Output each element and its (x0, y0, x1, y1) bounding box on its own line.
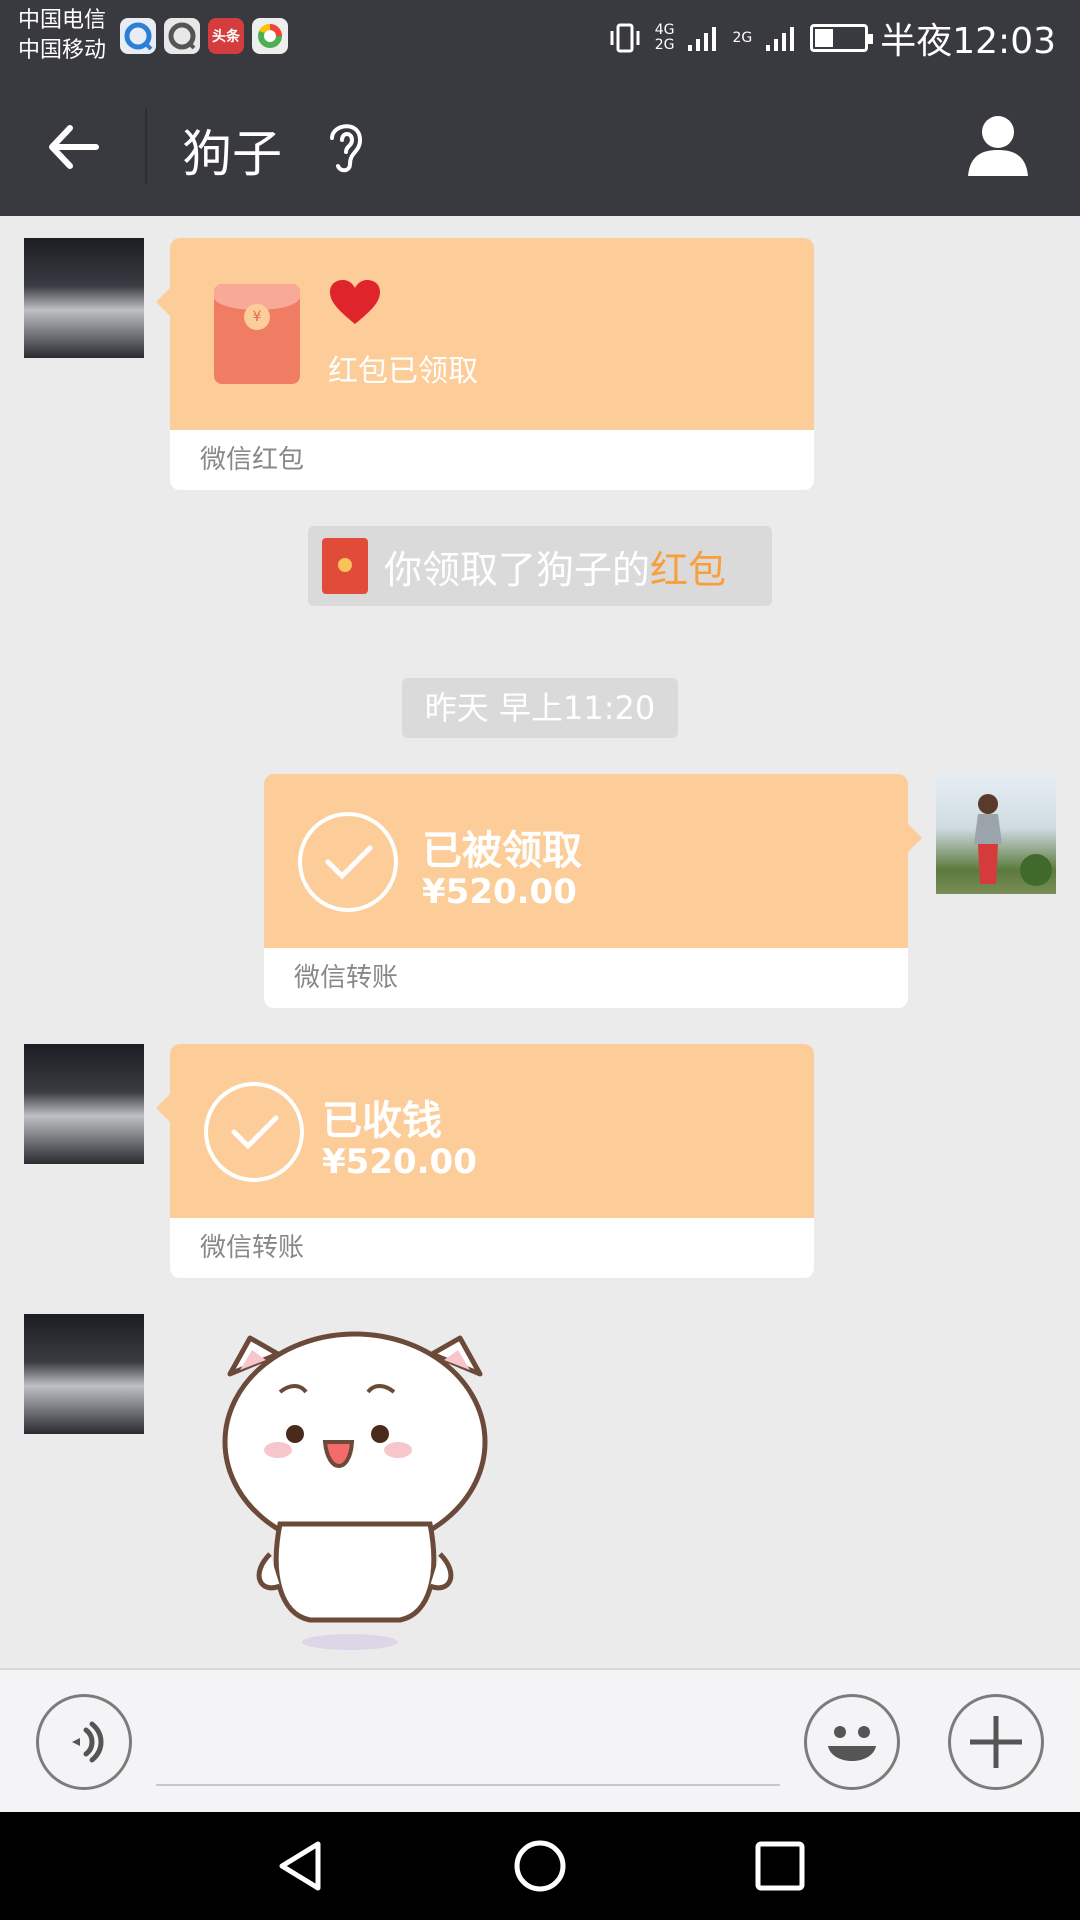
red-packet-link[interactable]: 红包 (650, 539, 726, 594)
triangle-back-icon[interactable] (272, 1838, 328, 1894)
nav-divider (145, 108, 147, 184)
timestamp: 昨天 早上11:20 (402, 678, 678, 738)
checkmark-icon (204, 1082, 304, 1182)
system-nav-bar (0, 1812, 1080, 1920)
contact-avatar[interactable] (24, 1314, 144, 1434)
qq-icon (164, 18, 200, 54)
qq-browser-icon (120, 18, 156, 54)
checkmark-icon (298, 812, 398, 912)
clock: 半夜12:03 (880, 21, 1056, 62)
battery-icon (810, 24, 874, 52)
notice-text: 你领取了狗子的 (384, 547, 651, 592)
voice-button[interactable] (36, 1694, 132, 1790)
contact-avatar[interactable] (24, 238, 144, 358)
contact-avatar[interactable] (24, 1044, 144, 1164)
red-envelope-icon: ¥ (214, 284, 300, 384)
status-bar: 中国电信 中国移动 头条 4G 2G 2G 半夜12:03 (0, 0, 1080, 76)
person-icon[interactable] (966, 112, 1030, 178)
carrier-2: 中国移动 (18, 38, 107, 63)
transfer-sent-footer: 微信转账 (294, 963, 399, 993)
red-packet-card[interactable]: ¥ 红包已领取 微信红包 (156, 238, 814, 490)
vibrate-icon (610, 23, 640, 53)
more-button[interactable] (948, 1694, 1044, 1790)
chat-header: 狗子 (0, 76, 1080, 216)
transfer-sent-card[interactable]: 已被领取 ¥520.00 微信转账 (264, 774, 922, 1008)
chat-title: 狗子 (182, 125, 282, 183)
red-envelope-small-icon (322, 538, 368, 594)
carrier-info: 中国电信 中国移动 (18, 6, 106, 66)
signal-icon (688, 27, 717, 51)
emoji-icon (828, 1726, 876, 1761)
network-type-2: 2G (732, 29, 753, 46)
square-recents-icon[interactable] (752, 1838, 808, 1894)
circle-home-icon[interactable] (512, 1838, 568, 1894)
transfer-received-amount: ¥520.00 (322, 1142, 477, 1182)
network-4g: 4G (654, 22, 675, 38)
transfer-received-footer: 微信转账 (200, 1233, 305, 1263)
transfer-received-title: 已收钱 (322, 1098, 442, 1144)
red-packet-footer: 微信红包 (200, 445, 305, 475)
input-bar (0, 1668, 1080, 1812)
signal-icon-2 (766, 27, 795, 51)
emoji-button[interactable] (804, 1694, 900, 1790)
message-input[interactable] (156, 1730, 780, 1786)
back-arrow-icon[interactable] (40, 114, 106, 180)
my-avatar[interactable] (936, 774, 1056, 894)
heart-icon (330, 280, 380, 324)
browser-icon (252, 18, 288, 54)
system-notice: 你领取了狗子的 红包 (308, 526, 772, 606)
network-type: 4G 2G (655, 23, 675, 53)
chat-area[interactable]: ¥ 红包已领取 微信红包 你领取了狗子的 红包 昨天 早上11:20 已被领取 ¥… (0, 216, 1080, 1668)
red-packet-status: 红包已领取 (328, 354, 478, 389)
cat-sticker[interactable] (210, 1324, 510, 1654)
network-2g: 2G (654, 37, 675, 53)
toutiao-icon: 头条 (208, 18, 244, 54)
transfer-sent-amount: ¥520.00 (422, 872, 577, 912)
transfer-sent-title: 已被领取 (422, 828, 582, 874)
carrier-1: 中国电信 (18, 8, 107, 33)
plus-icon (970, 1716, 1022, 1768)
transfer-received-card[interactable]: 已收钱 ¥520.00 微信转账 (156, 1044, 814, 1278)
ear-icon[interactable] (322, 114, 370, 176)
voice-icon (72, 1721, 104, 1763)
